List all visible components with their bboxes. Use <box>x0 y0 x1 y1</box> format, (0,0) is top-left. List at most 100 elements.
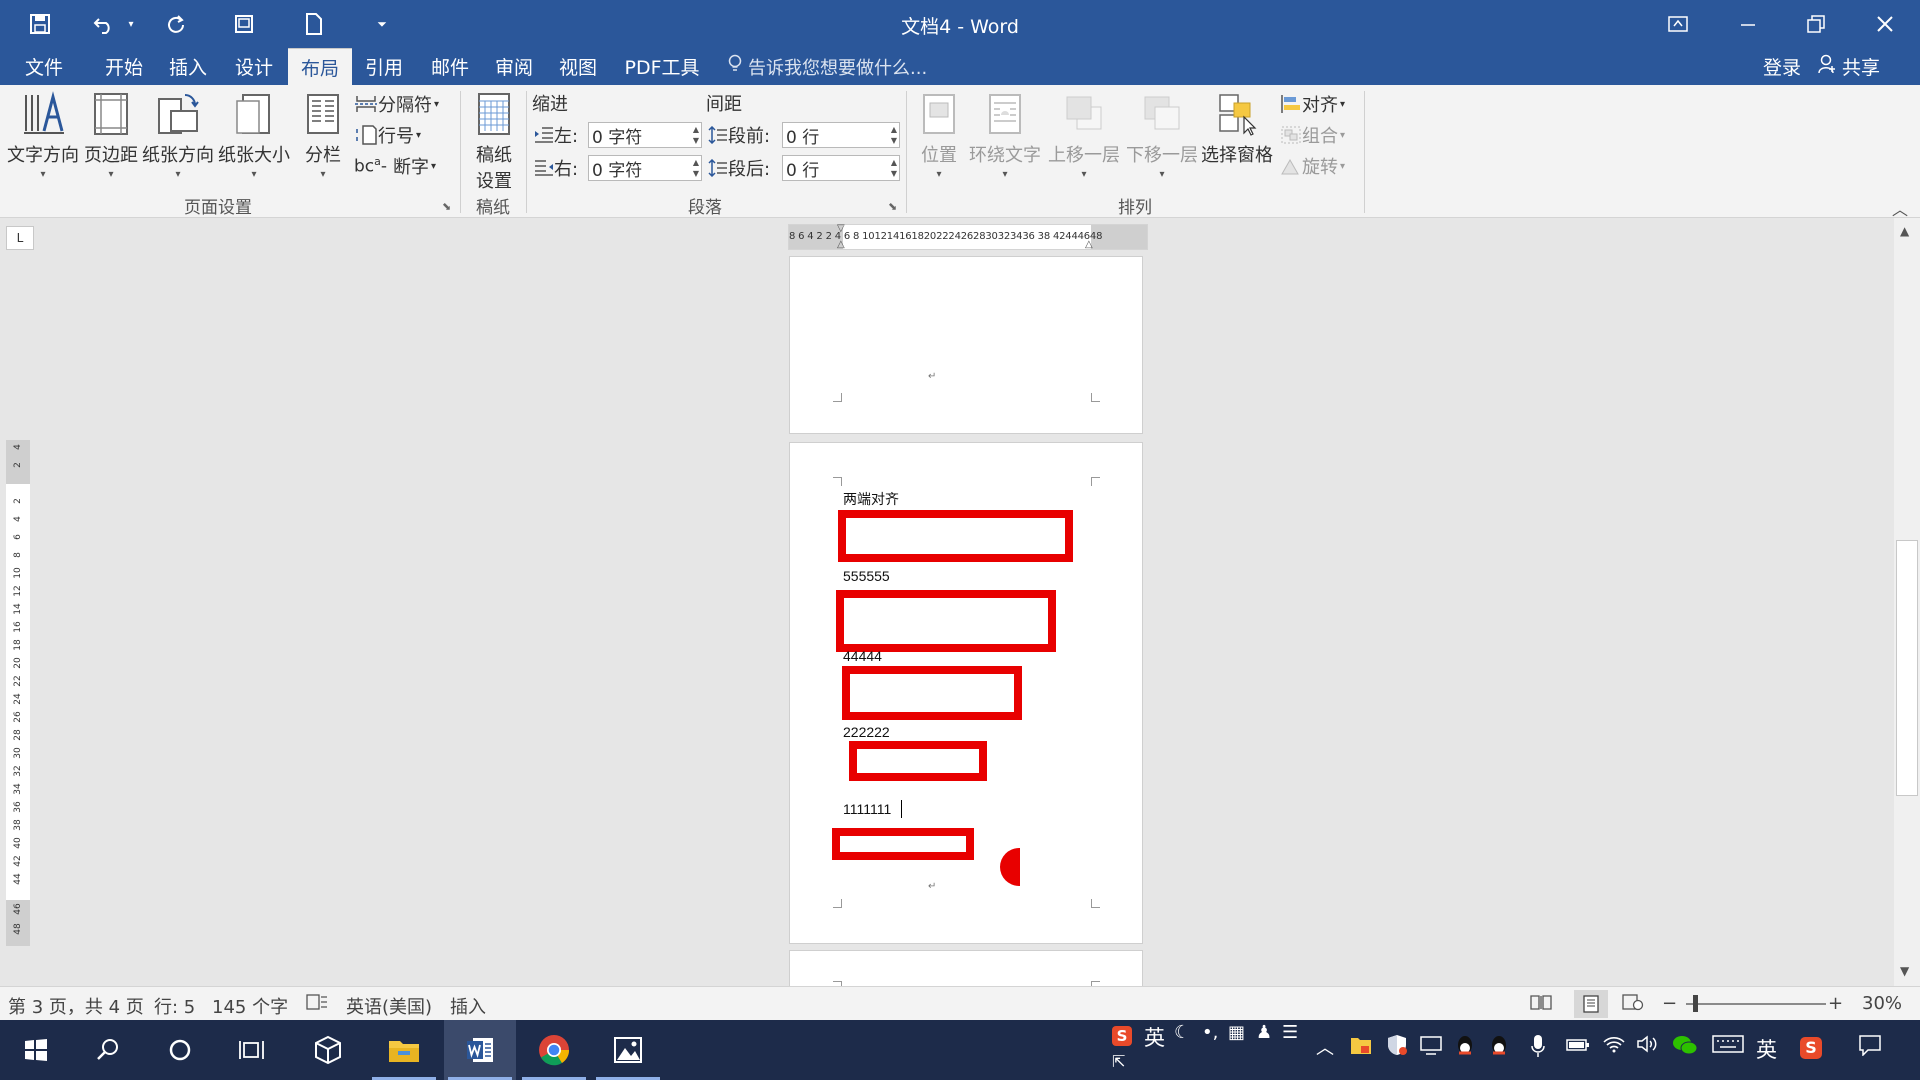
indent-right-field[interactable]: 0 字符 ▲ ▼ <box>588 155 702 181</box>
vertical-ruler[interactable]: 4 2 2 4 6 8 10 12 14 16 18 20 22 24 26 2… <box>6 440 30 946</box>
share-button[interactable]: 共享 <box>1818 48 1898 85</box>
document-line[interactable]: 44444 <box>843 648 882 664</box>
restore-icon[interactable] <box>1781 0 1851 48</box>
tab-selector[interactable]: L <box>6 226 34 250</box>
tab-layout[interactable]: 布局 <box>288 48 352 85</box>
screen-share-icon[interactable] <box>1420 1034 1442 1062</box>
collapse-ribbon-icon[interactable]: ︿ <box>1892 196 1908 220</box>
red-rectangle-shape[interactable] <box>849 741 987 781</box>
align-button[interactable]: 对齐 ▾ <box>1280 91 1345 117</box>
task-view-icon[interactable] <box>216 1020 288 1080</box>
tab-home[interactable]: 开始 <box>92 48 156 85</box>
battery-icon[interactable] <box>1566 1034 1590 1059</box>
chrome-icon[interactable] <box>518 1020 590 1080</box>
rotate-button[interactable]: 旋转 ▾ <box>1280 153 1345 179</box>
menu-icon[interactable]: ☰ <box>1282 1022 1298 1043</box>
minimize-icon[interactable] <box>1713 0 1783 48</box>
show-hidden-icons-icon[interactable]: ︿ <box>1316 1034 1334 1060</box>
zoom-slider[interactable] <box>1686 1003 1826 1005</box>
document-line[interactable]: 555555 <box>843 568 890 584</box>
search-icon[interactable] <box>72 1020 144 1080</box>
scroll-down-icon[interactable]: ▼ <box>1900 964 1909 978</box>
microphone-icon[interactable] <box>1530 1034 1546 1064</box>
language[interactable]: 英语(美国) <box>346 993 432 1019</box>
document-page[interactable]: ↵ <box>789 256 1143 434</box>
first-line-indent-icon[interactable]: ▽ <box>837 223 845 234</box>
security-shield-icon[interactable] <box>1386 1034 1408 1062</box>
spinner-arrows-icon[interactable]: ▲ ▼ <box>891 157 897 179</box>
qq-icon[interactable] <box>1454 1034 1476 1064</box>
space-after-field[interactable]: 0 行 ▲ ▼ <box>782 155 900 181</box>
tell-me-box[interactable]: 告诉我您想要做什么... <box>728 48 927 85</box>
wifi-icon[interactable] <box>1602 1034 1626 1060</box>
breaks-button[interactable]: 分隔符 ▾ <box>354 91 439 117</box>
tray-ime-label[interactable]: 英 <box>1756 1034 1777 1064</box>
insert-mode[interactable]: 插入 <box>450 993 486 1019</box>
tab-review[interactable]: 审阅 <box>482 48 546 85</box>
page-count[interactable]: 第 3 页，共 4 页 <box>8 993 144 1019</box>
cortana-icon[interactable] <box>144 1020 216 1080</box>
photos-icon[interactable] <box>592 1020 664 1080</box>
undo-icon[interactable] <box>86 8 122 40</box>
tab-file[interactable]: 文件 <box>8 48 80 85</box>
sogou-tray-icon[interactable]: S <box>1800 1034 1822 1059</box>
word-count[interactable]: 145 个字 <box>212 993 288 1019</box>
moon-icon[interactable]: ☾ <box>1174 1022 1190 1043</box>
keyboard-layout-icon[interactable]: ▦ <box>1228 1022 1245 1043</box>
web-layout-icon[interactable] <box>1622 993 1644 1016</box>
3d-builder-icon[interactable] <box>292 1020 364 1080</box>
tab-pdf-tools[interactable]: PDF工具 <box>614 48 710 85</box>
document-line[interactable]: 两端对齐 <box>843 489 899 509</box>
word-icon[interactable] <box>444 1020 516 1080</box>
file-sync-icon[interactable] <box>1350 1034 1372 1062</box>
red-rectangle-shape[interactable] <box>838 510 1073 562</box>
tab-references[interactable]: 引用 <box>352 48 416 85</box>
zoom-level[interactable]: 30% <box>1862 993 1902 1014</box>
file-explorer-icon[interactable] <box>368 1020 440 1080</box>
right-indent-icon[interactable]: △ <box>1085 239 1093 250</box>
space-before-field[interactable]: 0 行 ▲ ▼ <box>782 122 900 148</box>
tab-design[interactable]: 设计 <box>222 48 286 85</box>
volume-icon[interactable] <box>1636 1034 1660 1060</box>
action-center-icon[interactable] <box>1858 1034 1882 1062</box>
hanging-indent-icon[interactable]: △ <box>837 239 845 250</box>
document-page[interactable] <box>789 950 1143 990</box>
expand-icon[interactable]: ⇱ <box>1112 1052 1125 1071</box>
zoom-slider-thumb[interactable] <box>1693 995 1698 1012</box>
close-icon[interactable] <box>1850 0 1920 48</box>
print-layout-icon[interactable] <box>1574 990 1608 1018</box>
sogou-ime-icon[interactable]: S <box>1112 1022 1132 1046</box>
new-document-icon[interactable] <box>296 8 332 40</box>
red-rectangle-shape[interactable] <box>842 666 1022 720</box>
spinner-arrows-icon[interactable]: ▲ ▼ <box>693 157 699 179</box>
hyphenation-button[interactable]: bca- 断字 ▾ <box>354 153 436 179</box>
page-setup-launcher-icon[interactable]: ⬊ <box>442 200 451 213</box>
spinner-arrows-icon[interactable]: ▲ ▼ <box>693 124 699 146</box>
windows-start-icon[interactable] <box>0 1020 72 1080</box>
group-button[interactable]: 组合 ▾ <box>1280 122 1345 148</box>
tab-insert[interactable]: 插入 <box>156 48 220 85</box>
zoom-in-button[interactable]: + <box>1828 993 1843 1014</box>
touch-keyboard-icon[interactable] <box>1712 1034 1744 1060</box>
ime-language-label[interactable]: 英 <box>1144 1022 1165 1052</box>
qq-icon-secondary[interactable] <box>1488 1034 1510 1064</box>
paragraph-launcher-icon[interactable]: ⬊ <box>888 200 897 213</box>
proofing-icon[interactable] <box>306 993 328 1016</box>
red-rectangle-shape[interactable] <box>832 828 974 860</box>
print-preview-icon[interactable] <box>226 8 262 40</box>
wechat-icon[interactable] <box>1672 1034 1698 1062</box>
vertical-scrollbar[interactable]: ▲ ▼ <box>1894 218 1920 986</box>
indent-left-field[interactable]: 0 字符 ▲ ▼ <box>588 122 702 148</box>
sign-in-link[interactable]: 登录 <box>1756 48 1808 85</box>
line-numbers-button[interactable]: 行号 ▾ <box>354 122 421 148</box>
read-mode-icon[interactable] <box>1530 993 1552 1016</box>
tab-mailings[interactable]: 邮件 <box>418 48 482 85</box>
document-line[interactable]: 1111111 <box>843 801 891 817</box>
scrollbar-thumb[interactable] <box>1896 540 1918 796</box>
horizontal-ruler[interactable]: 8 6 4 2 2 4 6 8 101214161820222426283032… <box>788 223 1148 250</box>
user-icon[interactable]: ♟ <box>1256 1022 1272 1043</box>
zoom-out-button[interactable]: − <box>1662 993 1677 1014</box>
scroll-up-icon[interactable]: ▲ <box>1900 224 1909 238</box>
spinner-arrows-icon[interactable]: ▲ ▼ <box>891 124 897 146</box>
ribbon-display-options-icon[interactable] <box>1643 0 1713 48</box>
